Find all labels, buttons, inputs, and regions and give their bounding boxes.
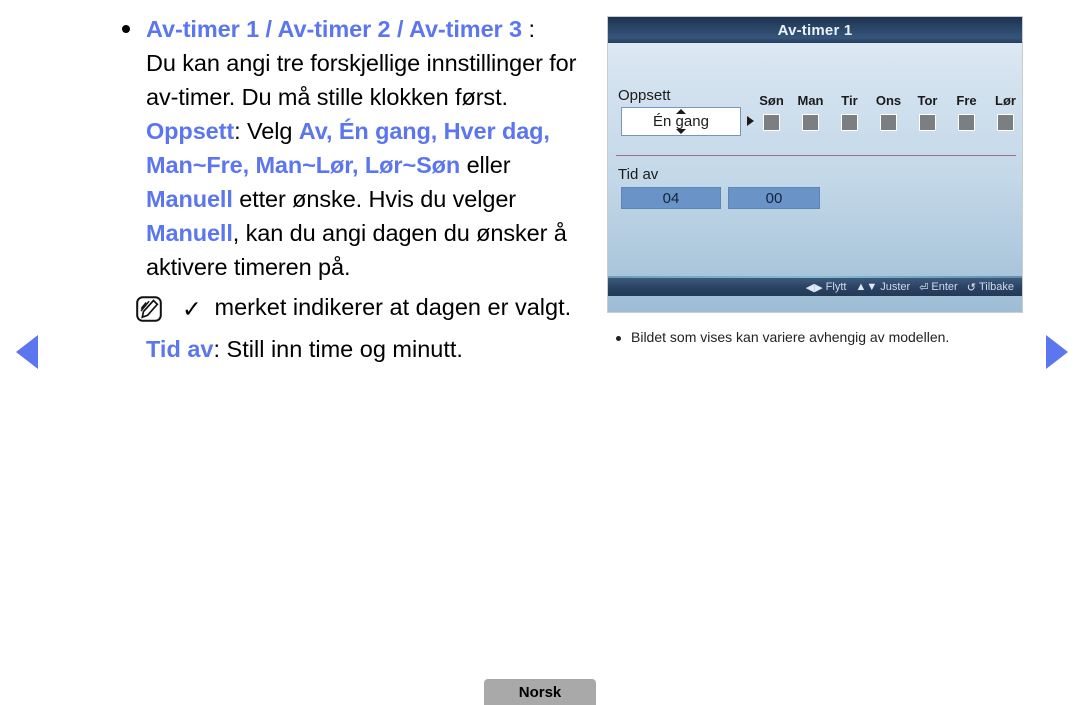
day-column[interactable]: Tor <box>908 93 947 131</box>
instruction-text-column: Av-timer 1 / Av-timer 2 / Av-timer 3 : D… <box>116 12 598 366</box>
day-checkbox[interactable] <box>880 114 897 131</box>
next-page-arrow[interactable] <box>1046 335 1068 369</box>
day-column[interactable]: Man <box>791 93 830 131</box>
bullet-item-av-timer: Av-timer 1 / Av-timer 2 / Av-timer 3 : D… <box>116 12 598 284</box>
tid-av-text: : Still inn time og minutt. <box>213 336 463 362</box>
day-checkbox[interactable] <box>802 114 819 131</box>
osd-hour-field[interactable]: 04 <box>621 187 721 209</box>
hint-move: ◀▶ Flytt <box>806 281 847 294</box>
day-checkbox[interactable] <box>919 114 936 131</box>
day-checkbox[interactable] <box>958 114 975 131</box>
osd-caption: Bildet som vises kan variere avhengig av… <box>616 329 1026 345</box>
day-column[interactable]: Lør <box>986 93 1022 131</box>
day-label: Fre <box>956 93 977 108</box>
note-text-body: merket indikerer at dagen er valgt. <box>208 294 572 320</box>
day-label: Ons <box>875 93 902 108</box>
day-label: Tor <box>917 93 938 108</box>
paragraph-tid-av: Tid av: Still inn time og minutt. <box>116 332 598 366</box>
day-label: Tir <box>841 93 858 108</box>
bullet-heading: Av-timer 1 / Av-timer 2 / Av-timer 3 : <box>146 12 598 46</box>
enter-key-icon: ⏎ <box>919 281 929 294</box>
day-column[interactable]: Ons <box>869 93 908 131</box>
oppsett-intro: : Velg <box>234 118 299 144</box>
caption-bullet-icon <box>616 336 621 341</box>
osd-body: Oppsett Én gang Søn Man Tir Ons Tor Fre … <box>608 43 1022 296</box>
manuell-tail-first: etter ønske. Hvis du velger <box>232 186 517 212</box>
paragraph-av-timer-description: Du kan angi tre forskjellige innstilling… <box>146 50 577 110</box>
paragraph-oppsett: Oppsett: Velg Av, Én gang, Hver dag, Man… <box>146 114 598 284</box>
day-label: Søn <box>759 93 784 108</box>
osd-footer-hint-bar: ◀▶ Flytt ▲▼ Juster ⏎ Enter ↺ Tilbake <box>608 278 1022 296</box>
osd-setup-dropdown[interactable]: Én gang <box>621 107 741 136</box>
note-pencil-icon <box>136 296 162 322</box>
hint-enter-label: Enter <box>931 281 958 293</box>
term-manuell-first: Manuell <box>146 186 233 212</box>
term-tid-av: Tid av <box>146 336 214 362</box>
left-right-arrows-icon: ◀▶ <box>805 281 823 294</box>
day-column[interactable]: Søn <box>752 93 791 131</box>
hint-enter: ⏎ Enter <box>919 281 958 294</box>
day-checkbox[interactable] <box>997 114 1014 131</box>
osd-setup-dropdown-value: Én gang <box>653 113 709 130</box>
caption-text: Bildet som vises kan variere avhengig av… <box>631 329 950 345</box>
bullet-dot-icon <box>122 25 130 33</box>
osd-title-bar: Av-timer 1 <box>608 17 1022 43</box>
osd-setup-label: Oppsett <box>618 87 671 104</box>
oppsett-mid: eller <box>460 152 511 178</box>
osd-title-text: Av-timer 1 <box>777 21 853 39</box>
term-oppsett: Oppsett <box>146 118 235 144</box>
language-tab[interactable]: Norsk <box>484 679 596 705</box>
language-tab-label: Norsk <box>518 683 562 701</box>
checkmark-icon: ✓ <box>182 296 202 322</box>
osd-minute-field[interactable]: 00 <box>728 187 820 209</box>
up-down-arrows-icon: ▲▼ <box>855 281 878 293</box>
osd-time-label: Tid av <box>618 166 659 183</box>
day-column[interactable]: Fre <box>947 93 986 131</box>
chevron-down-icon[interactable] <box>676 129 686 134</box>
day-checkbox[interactable] <box>841 114 858 131</box>
hint-back-label: Tilbake <box>978 281 1014 293</box>
osd-divider <box>616 155 1016 156</box>
note-text: ✓ merket indikerer at dagen er valgt. <box>146 290 598 326</box>
hint-back: ↺ Tilbake <box>967 281 1014 294</box>
bullet-heading-tail: : <box>522 16 535 42</box>
bullet-heading-highlight: Av-timer 1 / Av-timer 2 / Av-timer 3 <box>146 16 523 42</box>
day-label: Lør <box>995 93 1016 108</box>
tv-osd-panel: Av-timer 1 Oppsett Én gang Søn Man Tir O… <box>607 16 1023 313</box>
day-column[interactable]: Tir <box>830 93 869 131</box>
hint-adjust-label: Juster <box>880 281 911 293</box>
return-arrow-icon: ↺ <box>966 281 976 294</box>
previous-page-arrow[interactable] <box>16 335 38 369</box>
hint-move-label: Flytt <box>825 281 847 293</box>
day-checkbox[interactable] <box>763 114 780 131</box>
hint-adjust: ▲▼ Juster <box>855 281 910 293</box>
osd-day-selector: Søn Man Tir Ons Tor Fre Lør <box>752 93 1022 131</box>
note-block: ✓ merket indikerer at dagen er valgt. <box>116 290 598 330</box>
day-label: Man <box>797 93 824 108</box>
term-manuell-second: Manuell <box>146 220 233 246</box>
